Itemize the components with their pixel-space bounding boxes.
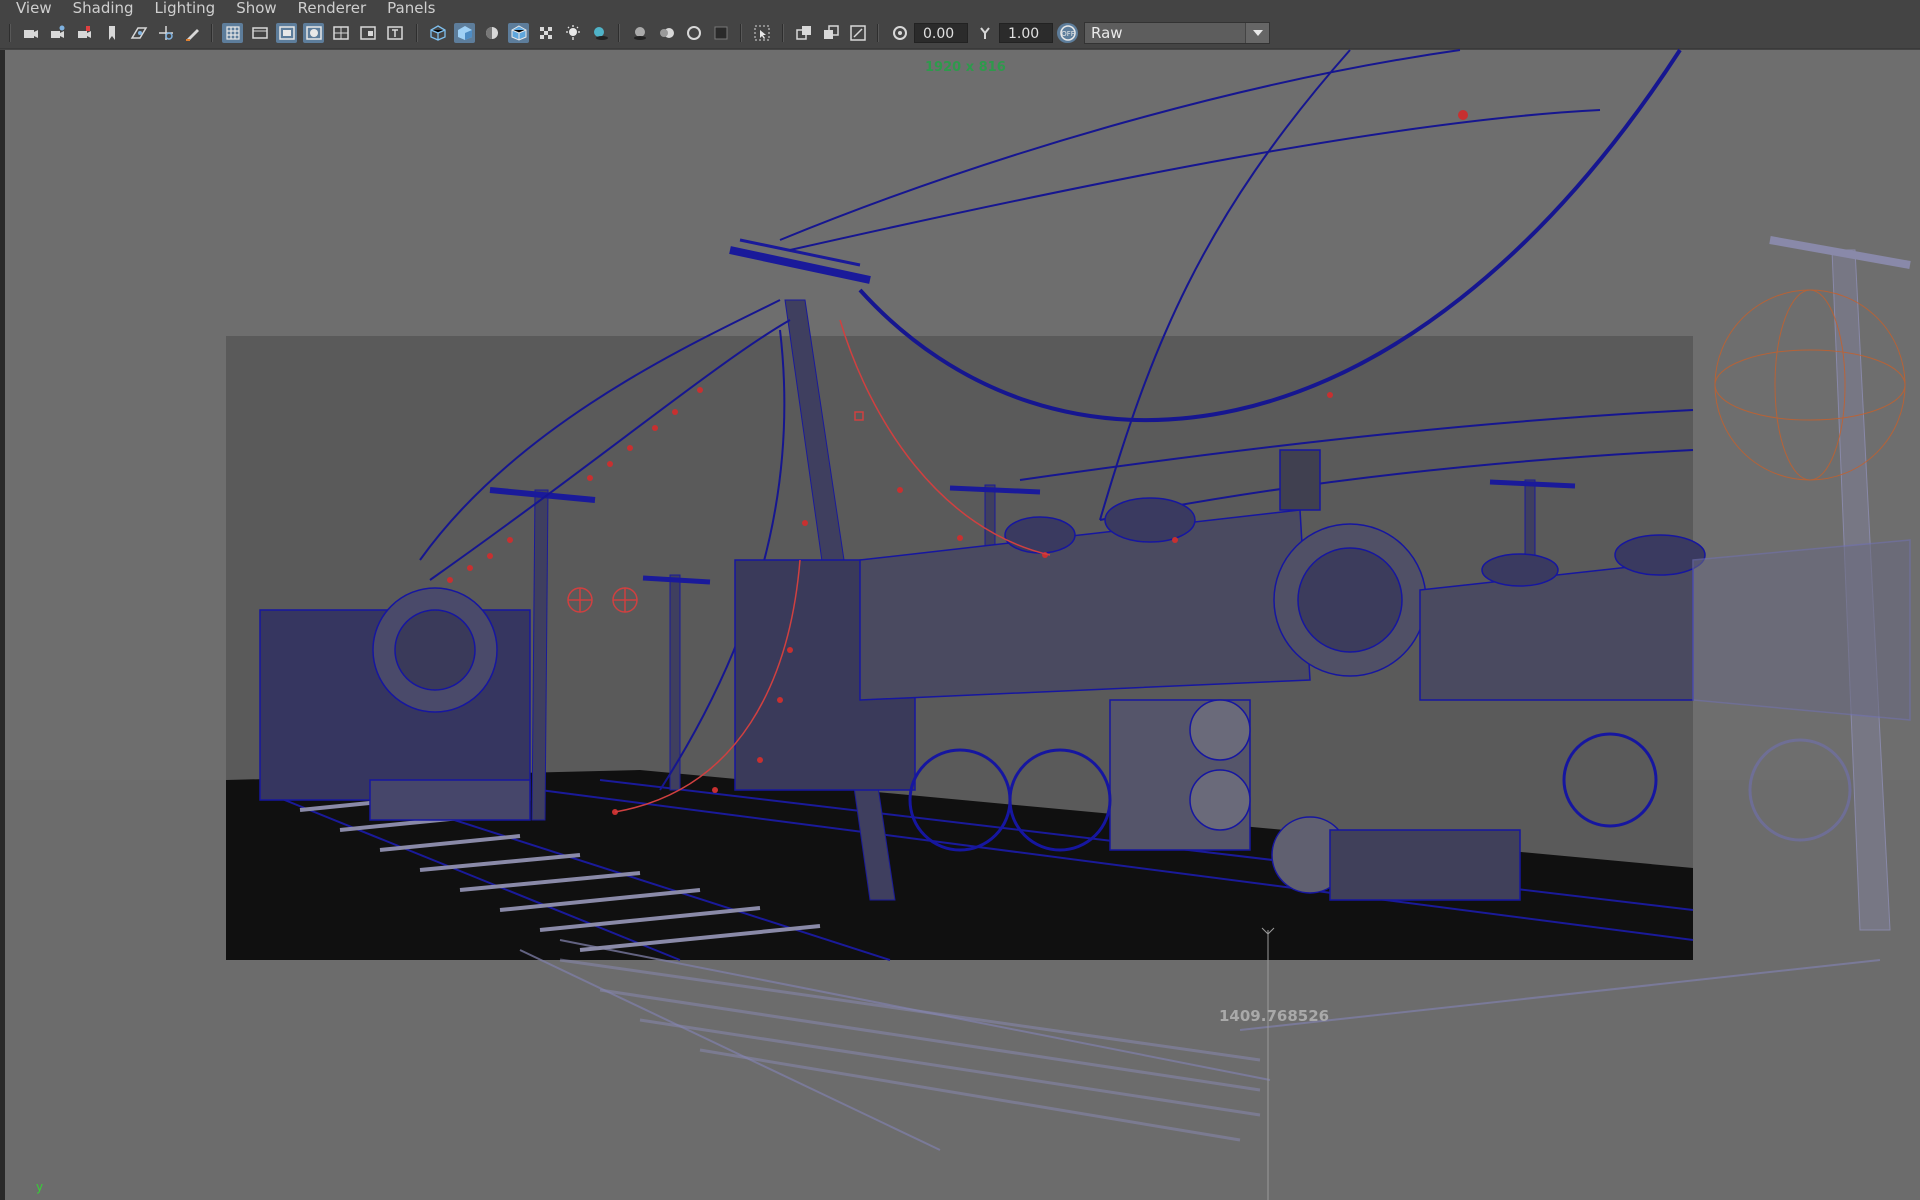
light-gizmo <box>1714 289 1906 481</box>
viewport-scene[interactable] <box>0 0 1920 1200</box>
locomotive-left <box>259 587 531 821</box>
axis-y-label: y <box>36 1180 44 1194</box>
resolution-readout: 1920 x 816 <box>925 60 1006 75</box>
distance-readout: 1409.768526 <box>1219 1007 1330 1025</box>
